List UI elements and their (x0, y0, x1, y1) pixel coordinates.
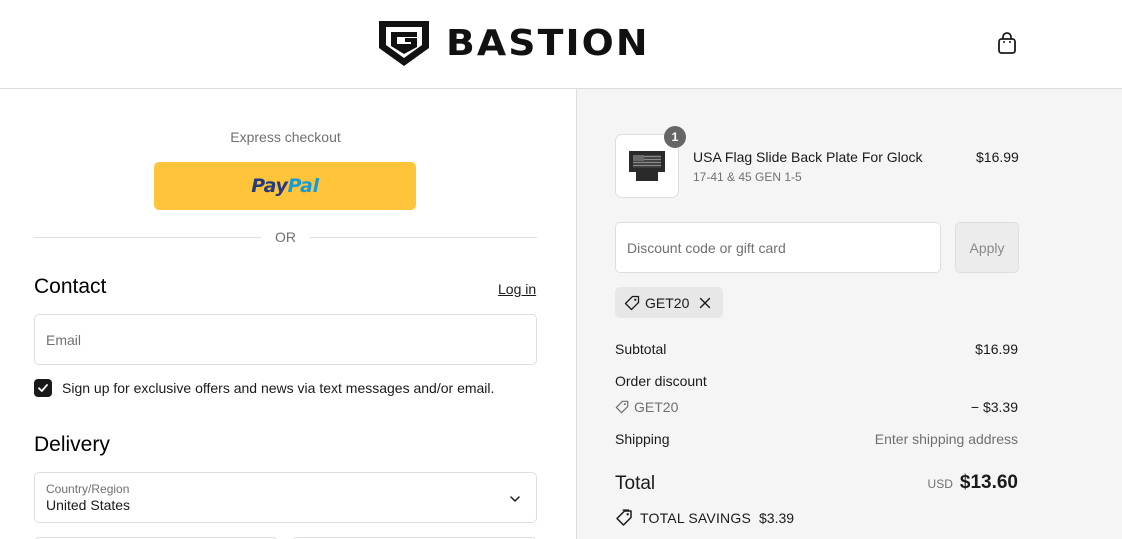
email-input[interactable] (35, 315, 536, 364)
paypal-logo-pal: Pal (287, 175, 319, 197)
total-label: Total (615, 473, 656, 494)
checkmark-icon (38, 384, 48, 392)
applied-code-label: GET20 (645, 294, 690, 311)
order-discount-code: GET20 (615, 399, 678, 415)
login-link[interactable]: Log in (498, 281, 536, 297)
tag-icon (615, 400, 629, 414)
country-value: United States (46, 497, 131, 513)
paypal-logo-pay: Pay (251, 175, 288, 197)
applied-code-chip: GET20 (615, 287, 723, 318)
paypal-button[interactable]: PayPal (154, 162, 416, 210)
shipping-label: Shipping (615, 431, 670, 447)
checkout-form: Express checkout PayPal OR Contact Log i… (0, 89, 576, 539)
country-caption: Country/Region (46, 482, 130, 496)
email-field-wrapper (34, 314, 537, 365)
currency-code: USD (927, 477, 953, 491)
total-amount: USD $13.60 (928, 472, 1018, 494)
paypal-logo: PayPal (251, 175, 319, 197)
header: BASTION (0, 0, 1122, 89)
or-divider: OR (34, 229, 537, 245)
brand-name: BASTION (446, 22, 650, 64)
order-summary: 1 USA Flag Slide Back Plate For Glock 17… (576, 89, 1122, 539)
express-checkout-label: Express checkout (230, 129, 341, 145)
remove-code-button[interactable] (698, 296, 712, 310)
cart-button[interactable] (994, 30, 1020, 56)
brand-logo[interactable]: BASTION (376, 18, 648, 68)
product-variant: 17-41 & 45 GEN 1-5 (693, 170, 802, 184)
bastion-shield-icon (379, 21, 429, 66)
total-savings-label: TOTAL SAVINGS (640, 510, 751, 526)
subtotal-value: $16.99 (975, 341, 1018, 357)
total-savings: TOTAL SAVINGS $3.39 (615, 509, 794, 527)
marketing-opt-in: Sign up for exclusive offers and news vi… (34, 379, 494, 397)
contact-heading: Contact (34, 275, 107, 298)
divider-line (310, 236, 537, 238)
apply-discount-button[interactable]: Apply (955, 222, 1019, 273)
delivery-heading: Delivery (34, 433, 110, 456)
discount-input[interactable] (616, 223, 940, 272)
shipping-value: Enter shipping address (874, 431, 1018, 447)
total-savings-value: $3.39 (759, 510, 795, 526)
tag-icon (624, 295, 640, 310)
close-icon (700, 297, 711, 308)
subtotal-label: Subtotal (615, 341, 667, 357)
product-name: USA Flag Slide Back Plate For Glock (693, 149, 923, 165)
product-price: $16.99 (976, 149, 1019, 165)
shopping-bag-icon (998, 32, 1016, 54)
order-discount-code-label: GET20 (634, 399, 679, 415)
total-value: $13.60 (959, 472, 1018, 493)
chevron-down-icon (510, 496, 520, 502)
or-label: OR (275, 229, 296, 245)
order-discount-label: Order discount (615, 373, 707, 389)
discount-field-wrapper (615, 222, 941, 273)
slide-plate-image (629, 151, 665, 181)
divider-line (34, 236, 261, 238)
savings-tag-icon (616, 509, 632, 526)
order-discount-amount: − $3.39 (970, 399, 1018, 415)
marketing-checkbox[interactable] (34, 379, 52, 397)
country-select[interactable]: Country/Region United States (34, 472, 537, 523)
marketing-label: Sign up for exclusive offers and news vi… (62, 380, 495, 396)
quantity-badge: 1 (664, 126, 686, 148)
